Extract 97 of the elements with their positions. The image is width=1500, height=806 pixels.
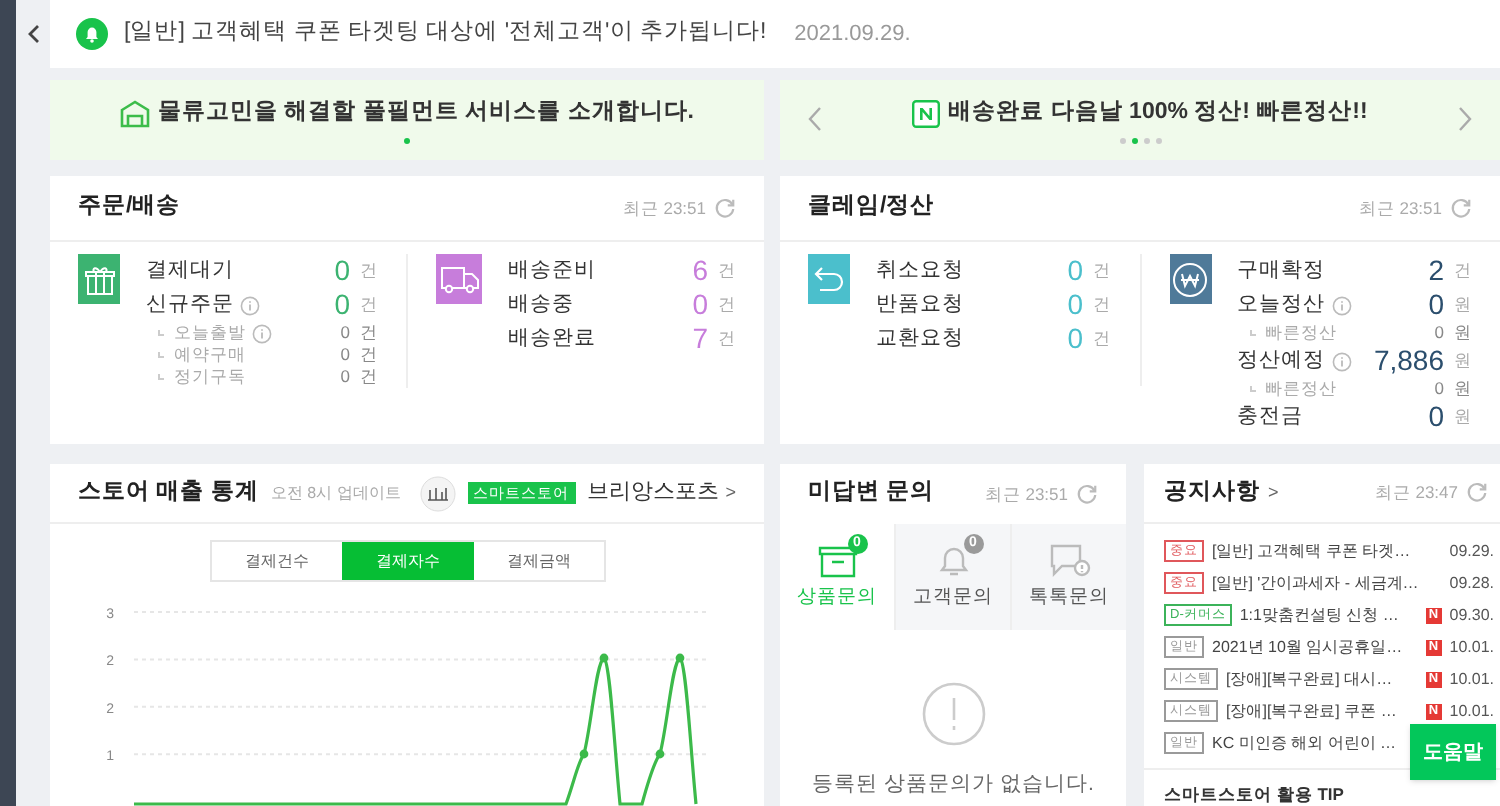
notice-link[interactable]: [장애][복구완료] 쿠폰 … (1226, 699, 1397, 723)
row-label[interactable]: 결제대기 (146, 255, 234, 287)
row-label[interactable]: 취소요청 (876, 255, 964, 287)
row-label: 빠른정산 (1265, 376, 1337, 402)
store-avatar-icon[interactable] (419, 475, 456, 511)
unit-label: 건 (718, 258, 736, 284)
row-label[interactable]: 반품요청 (876, 289, 964, 321)
collapse-icon[interactable] (25, 22, 41, 46)
exclamation-circle-icon (921, 682, 985, 746)
chevron-icon[interactable]: > (725, 479, 736, 507)
tip-heading: 스마트스토어 활용 TIP (1162, 782, 1346, 806)
panel-title: 클레임/정산 (808, 192, 935, 223)
banner-text: 물류고민을 해결할 풀필먼트 서비스를 소개합니다. (158, 97, 694, 128)
panel-title: 미답변 문의 (808, 478, 935, 509)
notice-date: 09.29. (1449, 539, 1494, 563)
unit-label: 건 (360, 364, 378, 390)
info-icon[interactable] (1331, 295, 1351, 315)
row-label[interactable]: 교환요청 (876, 323, 964, 355)
row-label[interactable]: 배송중 (508, 289, 574, 321)
count-value: 0 (340, 342, 350, 368)
notice-text[interactable]: [일반] 고객혜택 쿠폰 타겟팅 대상에 '전체고객'이 추가됩니다! (124, 16, 767, 52)
sub-item-mark (158, 352, 164, 358)
unit-label: 건 (718, 292, 736, 318)
notice-link[interactable]: [일반] 고객혜택 쿠폰 타겟… (1212, 539, 1411, 563)
unit-label: 건 (360, 258, 378, 284)
sub-item-mark (158, 330, 164, 336)
notice-link[interactable]: KC 미인증 해외 어린이 … (1212, 731, 1397, 755)
unit-label: 건 (360, 320, 378, 346)
unit-label: 원 (1454, 376, 1472, 402)
banner-text: 배송완료 다음날 100% 정산! 빠른정산!! (948, 97, 1368, 128)
info-icon[interactable] (252, 323, 272, 343)
unit-label: 건 (360, 292, 378, 318)
sub-item-mark (1249, 330, 1255, 336)
banner[interactable]: 물류고민을 해결할 풀필먼트 서비스를 소개합니다. (50, 80, 764, 160)
panel-title: 스토어 매출 통계 (78, 477, 259, 508)
updated-time: 최근 23:51 (984, 481, 1068, 507)
box-icon (817, 541, 857, 578)
row-label[interactable]: 구매확정 (1237, 255, 1325, 287)
notice-date: 10.01. (1449, 667, 1494, 691)
unit-label: 건 (360, 342, 378, 368)
row-label[interactable]: 신규주문 (146, 289, 234, 321)
updated-time: 최근 23:51 (1358, 195, 1442, 221)
row-label: 오늘출발 (174, 320, 246, 346)
chevron-icon[interactable]: > (1268, 479, 1279, 507)
bell-icon (76, 18, 108, 50)
updated-time: 최근 23:47 (1374, 480, 1458, 506)
notice-link[interactable]: [장애][복구완료] 대시… (1226, 667, 1393, 691)
n-logo-icon (912, 99, 941, 127)
row-label: 정기구독 (174, 364, 246, 390)
refresh-icon[interactable] (1076, 483, 1098, 505)
inquiry-tab[interactable]: 톡톡문의 (1010, 524, 1126, 630)
panel-title: 주문/배송 (78, 192, 181, 223)
refresh-icon[interactable] (1466, 482, 1488, 504)
store-name-link[interactable]: 브리앙스포츠 (587, 476, 720, 510)
count-value: 0 (1434, 320, 1444, 346)
sub-item-mark (1249, 386, 1255, 392)
row-label[interactable]: 충전금 (1237, 401, 1303, 433)
unit-label: 건 (1093, 258, 1111, 284)
count-value[interactable]: 0 (1428, 396, 1444, 438)
updated-time: 최근 23:51 (622, 195, 706, 221)
info-icon[interactable] (1331, 351, 1351, 371)
unit-label: 원 (1454, 292, 1472, 318)
count-value: 0 (340, 364, 350, 390)
count-value[interactable]: 7,886 (1373, 340, 1444, 382)
notice-link[interactable]: [일반] '간이과세자 - 세금계… (1212, 571, 1419, 595)
empty-message: 등록된 상품문의가 없습니다. (812, 770, 1094, 800)
updated-time: 오전 8시 업데이트 (270, 481, 403, 505)
notice-date: 09.28. (1449, 571, 1494, 595)
banner[interactable]: 배송완료 다음날 100% 정산! 빠른정산!! (780, 80, 1500, 160)
refresh-icon[interactable] (714, 197, 736, 219)
refresh-icon[interactable] (1450, 197, 1472, 219)
unit-label: 원 (1454, 348, 1472, 374)
panel-title: 공지사항 (1164, 477, 1260, 508)
info-icon[interactable] (240, 295, 260, 315)
sub-item-mark (158, 374, 164, 380)
notice-date: 10.01. (1449, 635, 1494, 659)
unit-label: 건 (1454, 258, 1472, 284)
warehouse-icon (120, 99, 150, 127)
unit-label: 건 (1093, 292, 1111, 318)
notice-link[interactable]: 1:1맞춤컨설팅 신청 … (1239, 603, 1399, 627)
count-value: 0 (1434, 376, 1444, 402)
row-label[interactable]: 배송완료 (508, 323, 596, 355)
unit-label: 원 (1454, 404, 1472, 430)
chat-alert-icon (1047, 541, 1091, 578)
notice-date: 10.01. (1449, 699, 1494, 723)
row-label[interactable]: 정산예정 (1237, 345, 1325, 377)
unit-label: 건 (1093, 326, 1111, 352)
unit-label: 원 (1454, 320, 1472, 346)
row-label: 빠른정산 (1265, 320, 1337, 346)
count-value: 0 (340, 320, 350, 346)
notice-link[interactable]: 2021년 10월 임시공휴일… (1212, 635, 1403, 659)
unit-label: 건 (718, 326, 736, 352)
notice-date: 09.30. (1449, 603, 1494, 627)
row-label[interactable]: 배송준비 (508, 255, 596, 287)
row-label: 예약구매 (174, 342, 246, 368)
notice-date: 2021.09.29. (794, 19, 911, 50)
row-label[interactable]: 오늘정산 (1237, 289, 1325, 321)
